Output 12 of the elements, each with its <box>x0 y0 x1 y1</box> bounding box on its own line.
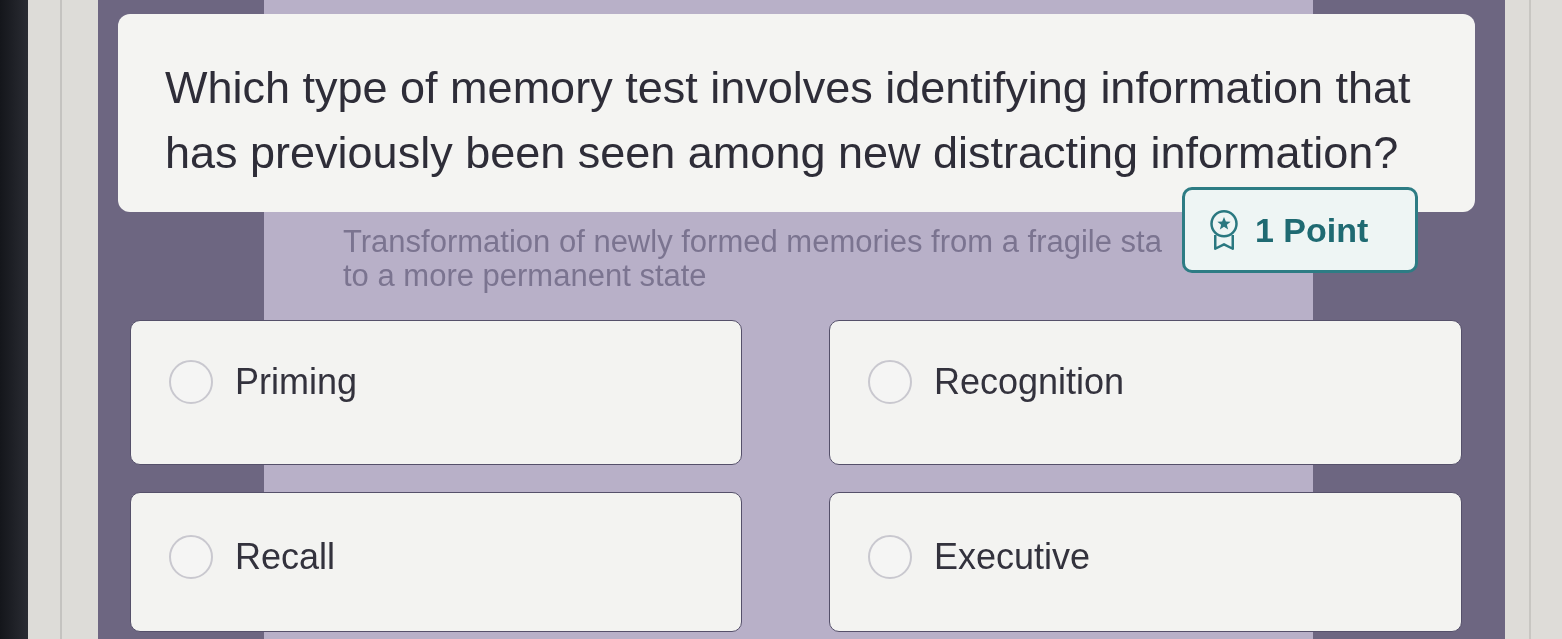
hint-text: Transformation of newly formed memories from a fragile sta to a more permanent state <box>343 225 1162 293</box>
radio-button[interactable] <box>169 535 213 579</box>
award-icon <box>1209 210 1239 250</box>
radio-button[interactable] <box>868 360 912 404</box>
points-label: 1 Point <box>1255 209 1369 251</box>
answer-option[interactable]: Priming <box>130 320 742 465</box>
answer-option[interactable]: Recognition <box>829 320 1462 465</box>
radio-button[interactable] <box>169 360 213 404</box>
question-text: Which type of memory test involves identifying information that has previously been seen among new distracting information? <box>165 61 1412 180</box>
radio-button[interactable] <box>868 535 912 579</box>
answer-option[interactable]: Executive <box>829 492 1462 632</box>
answer-option[interactable]: Recall <box>130 492 742 632</box>
